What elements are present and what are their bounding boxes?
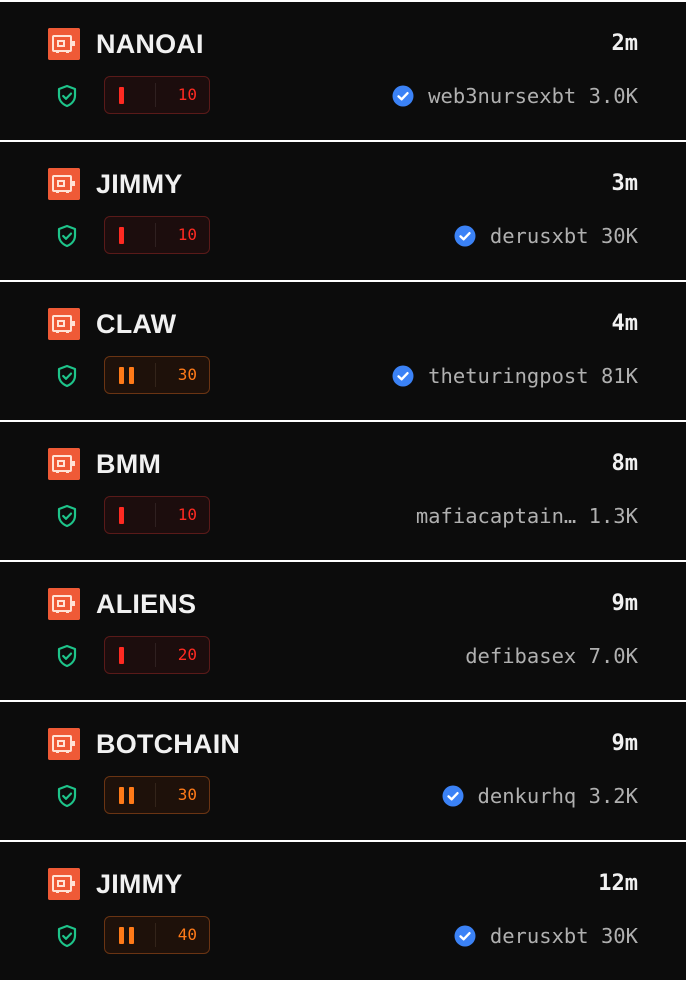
follower-count: 81K	[600, 364, 638, 388]
token-row[interactable]: JIMMY 3m 10 derusxbt 30K	[0, 142, 686, 280]
shield-check-icon	[56, 924, 78, 948]
risk-level-bar	[129, 787, 134, 804]
token-name: BMM	[96, 449, 162, 479]
shield-check-icon	[56, 84, 78, 108]
age-label: 12m	[598, 871, 638, 896]
token-feed: NANOAI 2m 10 web3nursexbt 3.0K JIMMY 3m …	[0, 0, 686, 984]
source-handle[interactable]: derusxbt	[490, 224, 589, 248]
age-label: 8m	[611, 451, 639, 476]
risk-level-bar	[119, 87, 124, 104]
follower-count: 7.0K	[588, 644, 638, 668]
risk-score-badge: 30	[104, 776, 210, 814]
source-account[interactable]: denkurhq 3.2K	[442, 780, 638, 812]
token-logo-icon	[48, 588, 80, 620]
risk-level-bar	[119, 367, 124, 384]
verified-badge-icon	[454, 925, 476, 947]
risk-score-badge: 40	[104, 916, 210, 954]
gauge-divider	[155, 783, 156, 807]
token-logo-icon	[48, 868, 80, 900]
risk-score-value: 10	[177, 505, 197, 524]
shield-check-icon	[56, 224, 78, 248]
token-name: ALIENS	[96, 589, 197, 619]
gauge-divider	[155, 363, 156, 387]
follower-count: 30K	[600, 224, 638, 248]
risk-score-value: 30	[177, 785, 197, 804]
token-name: BOTCHAIN	[96, 729, 241, 759]
risk-score-value: 10	[177, 225, 197, 244]
age-label: 9m	[611, 731, 639, 756]
verified-badge-icon	[442, 785, 464, 807]
token-name: JIMMY	[96, 169, 183, 199]
source-handle[interactable]: mafiacaptain…	[416, 504, 576, 528]
follower-count: 1.3K	[588, 504, 638, 528]
token-name: NANOAI	[96, 29, 204, 59]
risk-level-bar	[119, 507, 124, 524]
gauge-divider	[155, 503, 156, 527]
token-logo-icon	[48, 448, 80, 480]
risk-level-bar	[119, 227, 124, 244]
gauge-divider	[155, 83, 156, 107]
token-name: JIMMY	[96, 869, 183, 899]
source-handle[interactable]: denkurhq	[478, 784, 577, 808]
verified-badge-icon	[392, 365, 414, 387]
token-row[interactable]: BOTCHAIN 9m 30 denkurhq 3.2K	[0, 702, 686, 840]
risk-level-bar	[129, 927, 134, 944]
shield-check-icon	[56, 504, 78, 528]
source-handle[interactable]: theturingpost	[428, 364, 588, 388]
token-logo-icon	[48, 728, 80, 760]
risk-level-bar	[129, 367, 134, 384]
risk-score-badge: 30	[104, 356, 210, 394]
risk-level-bar	[119, 647, 124, 664]
risk-score-badge: 10	[104, 76, 210, 114]
age-label: 9m	[611, 591, 639, 616]
token-logo-icon	[48, 28, 80, 60]
age-label: 3m	[611, 171, 639, 196]
source-account[interactable]: derusxbt 30K	[454, 920, 638, 952]
token-name: CLAW	[96, 309, 177, 339]
follower-count: 3.0K	[588, 84, 638, 108]
source-account[interactable]: defibasex 7.0K	[465, 640, 638, 672]
shield-check-icon	[56, 784, 78, 808]
token-row[interactable]: CLAW 4m 30 theturingpost 81K	[0, 282, 686, 420]
risk-score-badge: 10	[104, 496, 210, 534]
verified-badge-icon	[392, 85, 414, 107]
source-account[interactable]: derusxbt 30K	[454, 220, 638, 252]
token-row[interactable]: BMM 8m 10 mafiacaptain… 1.3K	[0, 422, 686, 560]
follower-count: 3.2K	[588, 784, 638, 808]
source-handle[interactable]: derusxbt	[490, 924, 589, 948]
source-account[interactable]: web3nursexbt 3.0K	[392, 80, 638, 112]
gauge-divider	[155, 643, 156, 667]
source-handle[interactable]: web3nursexbt	[428, 84, 576, 108]
source-account[interactable]: theturingpost 81K	[392, 360, 638, 392]
shield-check-icon	[56, 364, 78, 388]
age-label: 2m	[611, 31, 639, 56]
source-handle[interactable]: defibasex	[465, 644, 576, 668]
risk-score-value: 20	[177, 645, 197, 664]
gauge-divider	[155, 923, 156, 947]
risk-score-badge: 20	[104, 636, 210, 674]
token-row[interactable]: ALIENS 9m 20 defibasex 7.0K	[0, 562, 686, 700]
gauge-divider	[155, 223, 156, 247]
risk-level-bar	[119, 927, 124, 944]
risk-score-value: 40	[177, 925, 197, 944]
source-account[interactable]: mafiacaptain… 1.3K	[416, 500, 638, 532]
follower-count: 30K	[600, 924, 638, 948]
token-logo-icon	[48, 308, 80, 340]
risk-score-value: 10	[177, 85, 197, 104]
age-label: 4m	[611, 311, 639, 336]
token-row[interactable]: NANOAI 2m 10 web3nursexbt 3.0K	[0, 2, 686, 140]
risk-level-bar	[119, 787, 124, 804]
shield-check-icon	[56, 644, 78, 668]
token-row[interactable]: JIMMY 12m 40 derusxbt 30K	[0, 842, 686, 980]
verified-badge-icon	[454, 225, 476, 247]
token-logo-icon	[48, 168, 80, 200]
risk-score-badge: 10	[104, 216, 210, 254]
risk-score-value: 30	[177, 365, 197, 384]
